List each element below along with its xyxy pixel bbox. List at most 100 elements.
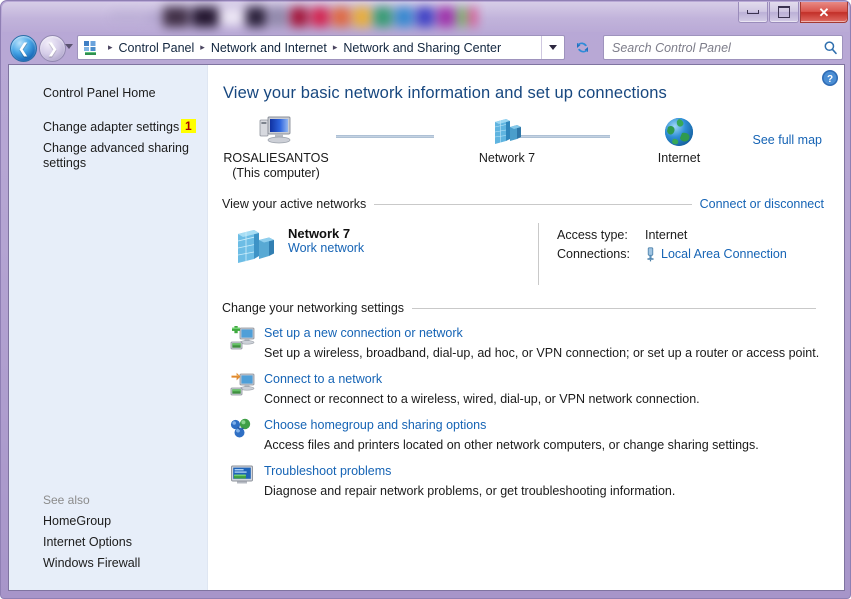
toolbar-color-swatch [148,12,160,22]
toolbar-color-swatch [374,7,392,27]
toolbar-color-swatch [458,7,466,27]
setting-item-description: Connect or reconnect to a wireless, wire… [264,392,700,406]
map-node-subcaption: (This computer) [232,166,320,180]
sidebar-item-label: Internet Options [43,535,132,549]
sidebar-item-label: Change advanced sharing settings [43,141,189,170]
close-icon: ✕ [818,4,830,20]
access-type-value: Internet [645,228,688,242]
map-node-computer[interactable]: ROSALIESANTOS (This computer) [216,113,336,181]
sidebar-item-label: HomeGroup [43,514,112,528]
breadcrumb-item[interactable]: Network and Sharing Center [342,41,502,55]
homegroup-icon [222,417,264,453]
map-node-caption: Internet [657,151,701,165]
setting-item-title[interactable]: Troubleshoot problems [264,464,391,478]
client-area: Control Panel Home Change adapter settin… [8,64,845,591]
breadcrumb-item[interactable]: Network and Internet [210,41,328,55]
computer-icon [216,113,336,151]
active-network-name: Network 7 [288,226,351,241]
sidebar-item-windows-firewall[interactable]: Windows Firewall [9,553,207,574]
see-also-label: See also [43,493,90,507]
breadcrumb-separator: ▸ [108,42,113,53]
toolbar-color-swatch [353,7,371,27]
address-bar[interactable]: ▸ Control Panel ▸ Network and Internet ▸ Netw… [77,35,565,60]
setting-item-connect-to-network[interactable]: Connect to a network Connect or reconnec… [222,371,824,407]
active-network-details: Access type: Internet Connections: Local… [539,223,787,285]
back-button[interactable]: ❮ [10,35,37,62]
toolbar-color-swatch [332,7,350,27]
toolbar-color-swatch [311,7,329,27]
active-network-profile-link[interactable]: Work network [288,241,364,255]
setting-item-title[interactable]: Connect to a network [264,372,382,386]
setting-item-description: Set up a wireless, broadband, dial-up, a… [264,346,820,360]
ethernet-connection-icon [645,247,656,262]
map-connector-line [336,135,434,138]
setting-item-title[interactable]: Choose homegroup and sharing options [264,418,486,432]
help-button[interactable]: ? [821,69,839,87]
sidebar-item-label: Windows Firewall [43,556,141,570]
setting-item-description: Access files and printers located on oth… [264,438,759,452]
address-dropdown-button[interactable] [541,36,564,59]
access-type-row: Access type: Internet [557,226,787,245]
map-node-network[interactable]: Network 7 [447,113,567,166]
setting-item-set-up-new-connection[interactable]: Set up a new connection or network Set u… [222,325,824,361]
sidebar-item-internet-options[interactable]: Internet Options [9,532,207,553]
toolbar-color-swatch [416,7,434,27]
networking-settings-list: Set up a new connection or network Set u… [222,325,824,499]
minimize-button[interactable] [738,2,768,23]
minimize-icon [747,10,759,14]
section-heading: Change your networking settings [222,301,405,315]
setting-item-homegroup-sharing[interactable]: Choose homegroup and sharing options Acc… [222,417,824,453]
content-pane: ? View your basic network information an… [208,65,844,590]
toolbar-color-swatch [469,7,477,27]
sidebar-item-control-panel-home[interactable]: Control Panel Home [9,83,207,104]
sidebar-item-homegroup[interactable]: HomeGroup [9,511,207,532]
title-bar: ✕ [1,1,851,32]
sidebar-see-also-section: See also HomeGroup Internet Options Wind… [9,493,207,590]
setting-item-body: Connect to a network Connect or reconnec… [264,371,824,407]
toolbar-color-swatch [192,7,218,27]
active-network-names: Network 7 Work network [288,223,538,285]
toolbar-color-swatch [221,9,243,25]
sidebar-item-label: Control Panel Home [43,86,156,100]
sidebar-item-label: Change adapter settings [43,120,180,134]
connections-row: Connections: Local Area Connection [557,245,787,264]
forward-arrow-icon: ❯ [46,40,59,57]
setting-item-troubleshoot-problems[interactable]: Troubleshoot problems Diagnose and repai… [222,463,824,499]
setting-item-description: Diagnose and repair network problems, or… [264,484,676,498]
control-panel-icon [83,40,99,56]
toolbar-color-swatch [269,7,287,27]
troubleshoot-icon [222,463,264,499]
section-rule [374,203,692,205]
blurred-toolbar-overlay [111,3,551,31]
search-input[interactable]: Search Control Panel [604,41,818,55]
forward-button[interactable]: ❯ [39,35,66,62]
connect-network-icon [222,371,264,407]
toolbar-color-swatch [395,7,413,27]
setting-item-title[interactable]: Set up a new connection or network [264,326,463,340]
setting-item-body: Set up a new connection or network Set u… [264,325,824,361]
help-icon: ? [821,69,839,87]
connect-or-disconnect-link[interactable]: Connect or disconnect [700,197,824,211]
local-area-connection-link[interactable]: Local Area Connection [661,245,787,264]
sidebar-item-change-adapter-settings[interactable]: Change adapter settings 1 [9,117,207,138]
network-icon [447,113,567,151]
see-full-map-link[interactable]: See full map [753,133,822,147]
page-title: View your basic network information and … [223,84,667,102]
recent-pages-icon[interactable] [65,44,73,49]
refresh-button[interactable] [571,36,594,59]
active-network-row: Network 7 Work network Access type: Inte… [222,223,824,285]
map-node-caption: ROSALIESANTOS [223,151,329,165]
close-button[interactable]: ✕ [800,2,848,23]
network-map: ROSALIESANTOS (This computer) Network 7 … [222,113,824,185]
refresh-icon [574,39,591,56]
active-network-icon [222,223,288,285]
breadcrumb-item[interactable]: Control Panel [118,41,196,55]
connections-label: Connections: [557,247,630,261]
breadcrumb-separator: ▸ [200,42,205,53]
map-node-internet[interactable]: Internet [619,113,739,166]
setting-item-body: Choose homegroup and sharing options Acc… [264,417,824,453]
internet-globe-icon [619,113,739,151]
maximize-button[interactable] [769,2,799,23]
sidebar-item-change-advanced-sharing-settings[interactable]: Change advanced sharing settings [9,138,207,174]
search-box[interactable]: Search Control Panel [603,35,843,60]
